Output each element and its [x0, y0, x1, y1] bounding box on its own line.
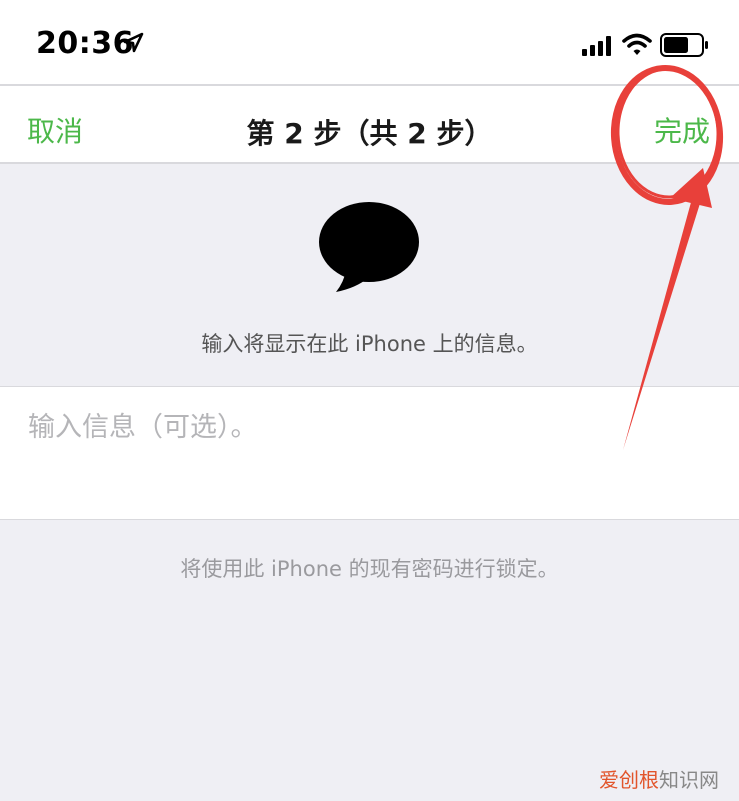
message-input[interactable]	[28, 405, 708, 449]
instruction-text: 输入将显示在此 iPhone 上的信息。	[201, 332, 538, 356]
status-time: 20:36	[36, 26, 134, 61]
location-arrow-icon	[123, 32, 144, 53]
footer-note: 将使用此 iPhone 的现有密码进行锁定。	[180, 557, 559, 581]
watermark-colored-text: 爱创根	[599, 768, 659, 792]
speech-bubble-icon	[319, 202, 419, 292]
message-input-row	[0, 386, 739, 520]
cellular-signal-icon	[582, 36, 611, 56]
page-title: 第 2 步（共 2 步）	[246, 117, 493, 150]
nav-bar: 取消 第 2 步（共 2 步） 完成	[0, 84, 739, 164]
battery-icon	[660, 33, 708, 57]
wifi-icon	[622, 33, 652, 55]
status-bar: 20:36	[0, 0, 739, 84]
done-button[interactable]: 完成	[654, 110, 710, 150]
watermark-plain-text: 知识网	[659, 768, 719, 792]
watermark: 爱创根知识网	[599, 764, 719, 793]
